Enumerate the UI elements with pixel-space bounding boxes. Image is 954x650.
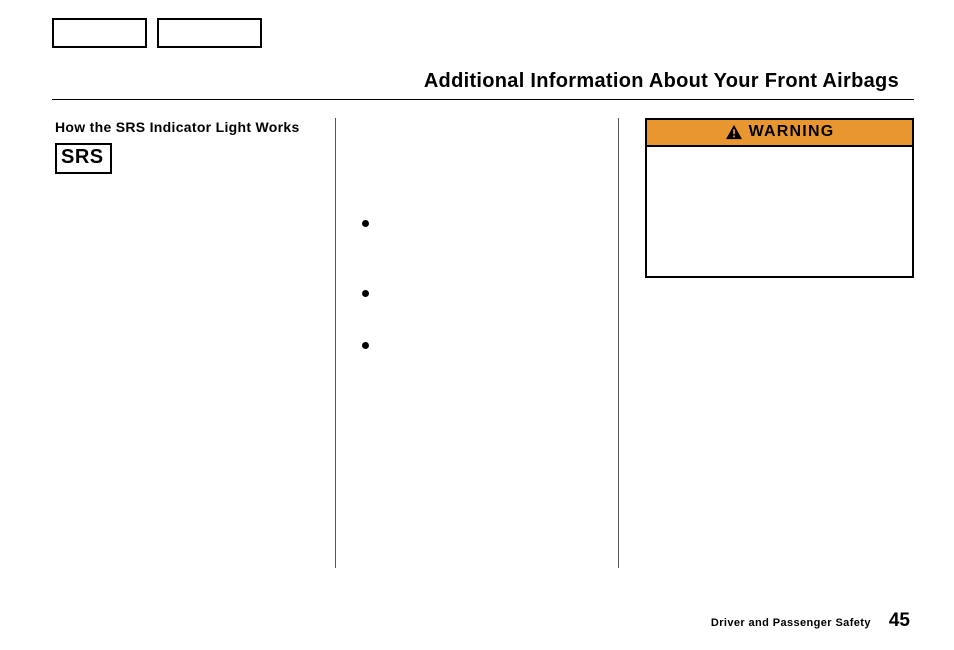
warning-box: WARNING	[645, 118, 914, 278]
nav-box-2[interactable]	[157, 18, 262, 48]
warning-label: WARNING	[749, 123, 835, 141]
page-title: Additional Information About Your Front …	[424, 70, 899, 93]
list-item	[362, 214, 608, 232]
srs-badge: SRS	[55, 143, 112, 174]
column-1: How the SRS Indicator Light Works SRS	[55, 118, 336, 568]
page-footer: Driver and Passenger Safety 45	[711, 610, 910, 632]
section-heading: How the SRS Indicator Light Works	[55, 118, 325, 137]
page-number: 45	[889, 610, 910, 632]
warning-triangle-icon	[725, 124, 743, 140]
bullet-list	[362, 214, 608, 354]
list-item	[362, 336, 608, 354]
top-nav-placeholder	[52, 18, 262, 48]
main-content: How the SRS Indicator Light Works SRS WA…	[55, 118, 914, 568]
column-3: WARNING	[619, 118, 914, 568]
footer-section-name: Driver and Passenger Safety	[711, 617, 871, 629]
nav-box-1[interactable]	[52, 18, 147, 48]
list-item	[362, 284, 608, 302]
title-divider	[52, 99, 914, 100]
column-2	[336, 118, 619, 568]
warning-header: WARNING	[647, 120, 912, 147]
